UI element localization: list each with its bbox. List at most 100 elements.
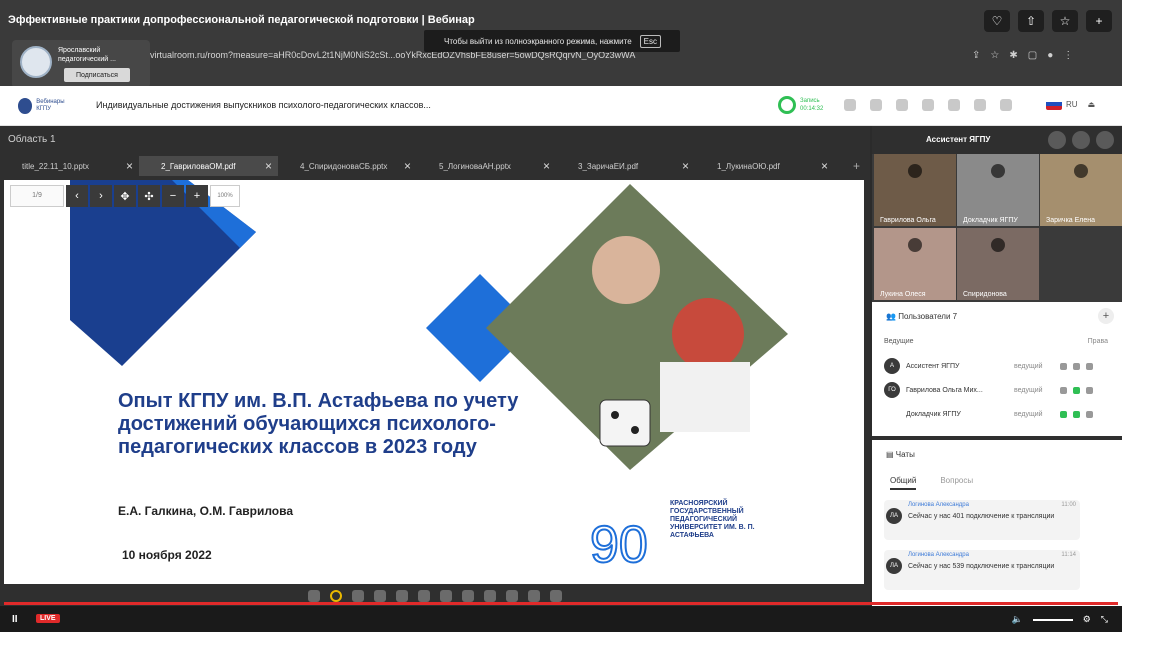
file-tab-label: 1_ЛукинаОЮ.pdf xyxy=(717,161,780,171)
gear-icon[interactable] xyxy=(1096,131,1114,149)
line-icon[interactable] xyxy=(440,590,452,602)
grid-icon[interactable] xyxy=(844,99,856,111)
user-row[interactable]: А Ассистент ЯГПУ ведущий xyxy=(884,356,1112,376)
file-tab[interactable]: 1_ЛукинаОЮ.pdf × xyxy=(695,156,834,176)
folder-icon[interactable] xyxy=(922,99,934,111)
menu-icon[interactable]: ⋮ xyxy=(1063,50,1073,61)
share-icon[interactable]: ⇧ xyxy=(1018,10,1044,32)
camera-on-icon[interactable] xyxy=(1073,386,1080,394)
video-tile[interactable]: Гаврилова Ольга xyxy=(874,154,956,226)
pen-icon[interactable] xyxy=(396,590,408,602)
close-icon[interactable]: × xyxy=(821,159,828,173)
prev-page-button[interactable]: ‹ xyxy=(66,185,88,207)
flag-icon xyxy=(1046,98,1062,110)
camera-off-icon[interactable] xyxy=(1072,131,1090,149)
user-icon[interactable] xyxy=(948,99,960,111)
zoom-out-button[interactable]: − xyxy=(162,185,184,207)
calendar-icon[interactable] xyxy=(896,99,908,111)
pause-button[interactable]: II xyxy=(12,614,18,625)
settings-icon[interactable]: ⚙ xyxy=(1083,614,1091,625)
ellipse-icon[interactable] xyxy=(484,590,496,602)
settings-icon[interactable] xyxy=(974,99,986,111)
shield-icon[interactable] xyxy=(870,99,882,111)
rectangle-icon[interactable] xyxy=(462,590,474,602)
message-author[interactable]: Логинова Александра xyxy=(908,552,969,558)
file-tab[interactable]: 4_СпиридоноваСБ.pptx × xyxy=(278,156,417,176)
exit-icon[interactable]: ⏏ xyxy=(1088,100,1096,109)
video-tile[interactable]: Заричка Елена xyxy=(1040,154,1122,226)
close-icon[interactable]: × xyxy=(543,159,550,173)
message-author[interactable]: Логинова Александра xyxy=(908,502,969,508)
close-icon[interactable]: × xyxy=(265,159,272,173)
slide-canvas: Опыт КГПУ им. В.П. Астафьева по учету до… xyxy=(70,180,798,584)
zoom-in-button[interactable]: + xyxy=(186,185,208,207)
text-icon[interactable] xyxy=(550,590,562,602)
zoom-value[interactable]: 100% xyxy=(210,185,240,207)
channel-avatar[interactable] xyxy=(20,46,52,78)
mic-off-icon[interactable] xyxy=(1048,131,1066,149)
marker-icon[interactable] xyxy=(418,590,430,602)
cursor-icon[interactable] xyxy=(374,590,386,602)
close-icon[interactable]: × xyxy=(126,159,133,173)
video-tile[interactable]: Спиридонова xyxy=(957,228,1039,300)
page-input[interactable]: 1/9 xyxy=(10,185,64,207)
camera-on-icon[interactable] xyxy=(1073,410,1080,418)
file-tab[interactable]: 5_ЛогиноваАН.pptx × xyxy=(417,156,556,176)
screen-icon[interactable] xyxy=(1086,362,1093,370)
pointer-icon[interactable] xyxy=(352,590,364,602)
close-icon[interactable]: × xyxy=(404,159,411,173)
gear-icon[interactable] xyxy=(1000,99,1012,111)
slide-date: 10 ноября 2022 xyxy=(122,548,212,562)
screen-icon[interactable] xyxy=(1086,410,1093,418)
esc-key: Esc xyxy=(639,34,661,48)
file-tab-label: title_22.11_10.pptx xyxy=(22,161,90,171)
profile-icon[interactable]: ● xyxy=(1047,50,1053,61)
mic-off-icon xyxy=(991,238,1005,252)
move-icon[interactable]: ✥ xyxy=(114,185,136,207)
tab-questions[interactable]: Вопросы xyxy=(940,476,973,490)
photo-person-right xyxy=(672,298,744,370)
extension-icon[interactable]: ✱ xyxy=(1009,50,1017,61)
next-page-button[interactable]: › xyxy=(90,185,112,207)
subscribe-button[interactable]: Подписаться xyxy=(64,68,130,82)
user-row[interactable]: ГО Гаврилова Ольга Мих... ведущий xyxy=(884,380,1112,400)
user-row[interactable]: Докладчик ЯГПУ ведущий xyxy=(884,404,1112,424)
mic-icon[interactable] xyxy=(1060,362,1067,370)
save-icon[interactable]: ☆ xyxy=(1052,10,1078,32)
eraser-icon[interactable] xyxy=(506,590,518,602)
users-title: 👥 Пользователи 7 xyxy=(886,312,958,321)
fit-icon[interactable]: ✣ xyxy=(138,185,160,207)
mic-icon[interactable] xyxy=(1060,386,1067,394)
file-tab[interactable]: 3_ЗаричаЕИ.pdf × xyxy=(556,156,695,176)
camera-icon[interactable] xyxy=(1073,362,1080,370)
like-icon[interactable]: ♡ xyxy=(984,10,1010,32)
video-tile[interactable]: Лукина Олеся xyxy=(874,228,956,300)
video-progress-bar[interactable] xyxy=(4,602,1118,605)
add-icon[interactable]: + xyxy=(1086,10,1112,32)
close-icon[interactable]: × xyxy=(682,159,689,173)
window-icon[interactable]: ▢ xyxy=(1028,50,1037,61)
add-tab-icon[interactable]: + xyxy=(853,159,860,173)
photo-die xyxy=(599,399,651,447)
users-group-title: Ведущие xyxy=(884,338,914,345)
volume-icon[interactable]: 🔈 xyxy=(1012,614,1023,625)
video-tile[interactable]: Докладчик ЯГПУ xyxy=(957,154,1039,226)
share-icon[interactable]: ⇪ xyxy=(972,50,980,61)
screen-icon[interactable] xyxy=(1086,386,1093,394)
file-tab-active[interactable]: 2_ГавриловаОМ.pdf × xyxy=(139,156,278,176)
video-title: Эффективные практики допрофессиональной … xyxy=(8,14,475,26)
mic-on-icon[interactable] xyxy=(1060,410,1067,418)
color-picker-icon[interactable] xyxy=(330,590,342,602)
fullscreen-exit-icon[interactable]: ⤡ xyxy=(1101,614,1108,625)
volume-slider[interactable] xyxy=(1032,618,1073,621)
record-indicator[interactable]: Запись 00:14:32 xyxy=(778,96,823,114)
tab-general[interactable]: Общий xyxy=(890,476,917,490)
star-icon[interactable]: ☆ xyxy=(990,50,999,61)
live-badge[interactable]: LIVE xyxy=(36,614,60,623)
app-logo[interactable]: Вебинары КГПУ xyxy=(18,96,76,116)
add-user-button[interactable]: + xyxy=(1098,308,1114,324)
settings-icon[interactable] xyxy=(308,590,320,602)
language-switcher[interactable]: RU ⏏ xyxy=(1046,98,1095,110)
file-tab[interactable]: title_22.11_10.pptx × xyxy=(0,156,139,176)
trash-icon[interactable] xyxy=(528,590,540,602)
